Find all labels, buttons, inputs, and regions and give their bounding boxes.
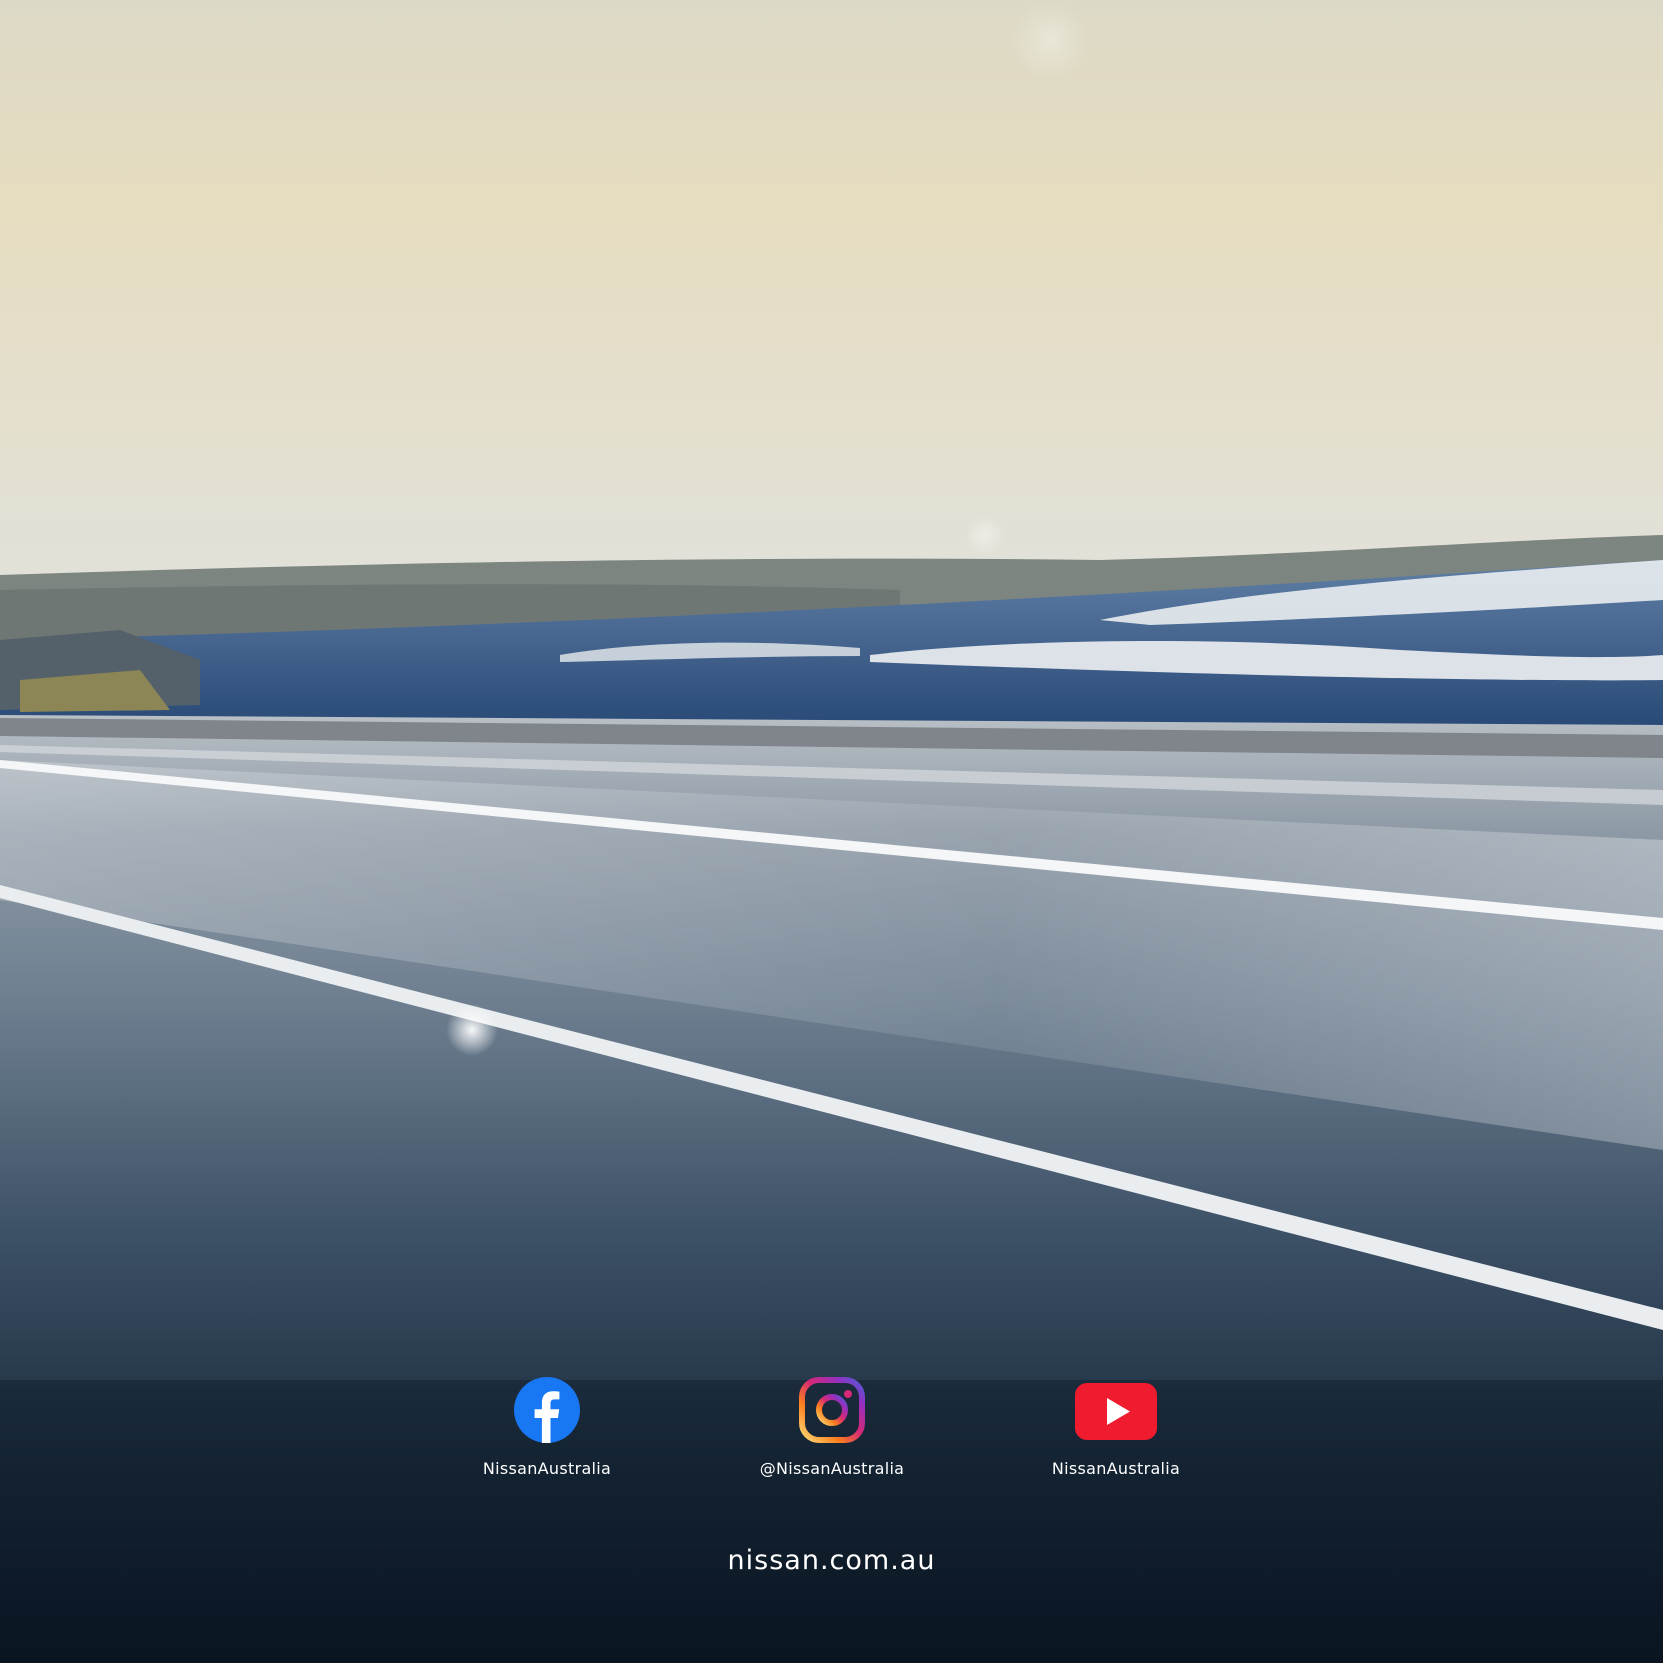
youtube-link[interactable]: NissanAustralia — [1016, 1377, 1216, 1478]
instagram-link[interactable]: @NissanAustralia — [732, 1377, 932, 1478]
youtube-handle: NissanAustralia — [1051, 1459, 1181, 1478]
facebook-link[interactable]: NissanAustralia — [447, 1377, 647, 1478]
website-link[interactable]: nissan.com.au — [0, 1545, 1663, 1576]
facebook-icon — [514, 1377, 580, 1443]
youtube-icon — [1075, 1383, 1157, 1440]
instagram-handle: @NissanAustralia — [759, 1459, 905, 1478]
instagram-icon — [799, 1377, 865, 1443]
facebook-handle: NissanAustralia — [482, 1459, 612, 1478]
